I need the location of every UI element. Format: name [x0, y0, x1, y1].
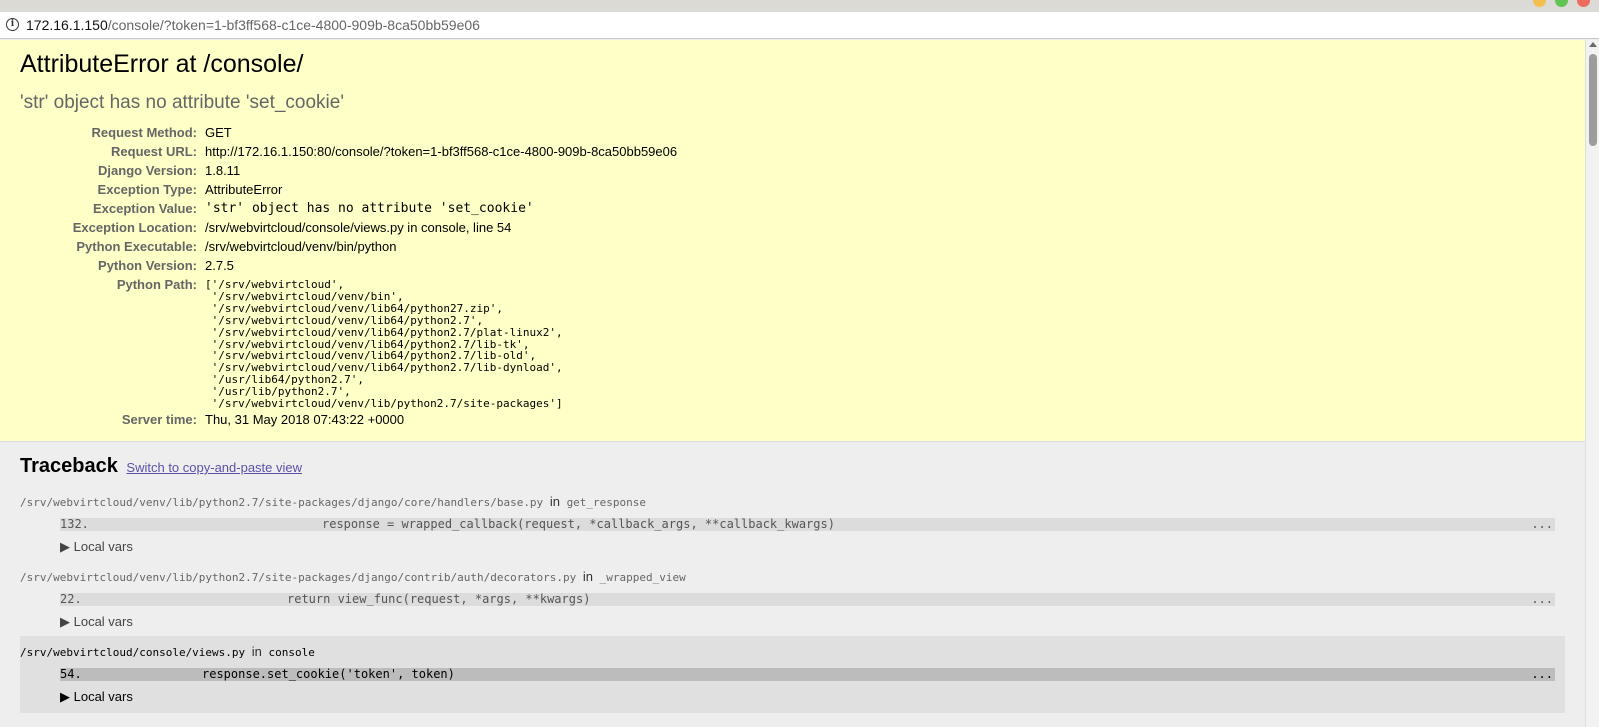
meta-value-cell: ['/srv/webvirtcloud', '/srv/webvirtcloud…: [205, 275, 677, 410]
frame-line-number: 54.: [60, 666, 82, 681]
meta-row-request-method: Request Method: GET: [20, 123, 677, 142]
meta-value: AttributeError: [205, 182, 283, 197]
meta-row-request-url: Request URL: http://172.16.1.150:80/conso…: [20, 142, 677, 161]
url-text[interactable]: 172.16.1.150/console/?token=1-bf3ff568-c…: [26, 17, 480, 33]
error-message: 'str' object has no attribute 'set_cooki…: [20, 92, 344, 113]
meta-row-python-path: Python Path: ['/srv/webvirtcloud', '/srv/…: [20, 275, 677, 410]
frame-location: /srv/webvirtcloud/venv/lib/python2.7/sit…: [20, 486, 1565, 511]
window-titlebar: [0, 0, 1599, 12]
meta-value: /srv/webvirtcloud/venv/bin/python: [205, 239, 397, 254]
address-bar[interactable]: i 172.16.1.150/console/?token=1-bf3ff568…: [0, 12, 1599, 39]
meta-label: Request Method:: [91, 125, 197, 140]
expand-context-ellipsis[interactable]: ...: [1531, 667, 1553, 681]
meta-row-exception-value: Exception Value: 'str' object has no attr…: [20, 199, 677, 218]
meta-label: Exception Type:: [97, 182, 197, 197]
frame-function: get_response: [566, 495, 647, 509]
frame-in-word: in: [549, 493, 560, 509]
python-path-list: ['/srv/webvirtcloud', '/srv/webvirtcloud…: [205, 278, 563, 411]
traceback-frame: /srv/webvirtcloud/venv/lib/python2.7/sit…: [20, 561, 1565, 630]
frame-location: /srv/webvirtcloud/venv/lib/python2.7/sit…: [20, 561, 1565, 586]
meta-row-python-version: Python Version: 2.7.5: [20, 256, 677, 275]
error-title: AttributeError at /console/: [20, 50, 304, 78]
meta-label: Python Version:: [98, 258, 197, 273]
frame-function: _wrapped_view: [599, 570, 686, 584]
meta-value: GET: [205, 125, 232, 140]
frame-line-number: 132.: [60, 516, 89, 531]
meta-label: Exception Value:: [92, 201, 197, 216]
meta-row-python-executable: Python Executable: /srv/webvirtcloud/venv…: [20, 237, 677, 256]
local-vars-toggle[interactable]: ▶ Local vars: [60, 539, 1565, 555]
meta-value: /srv/webvirtcloud/console/views.py in co…: [205, 220, 512, 235]
traceback-title: Traceback: [20, 454, 118, 477]
close-window-icon[interactable]: [1577, 0, 1590, 7]
frame-line-number: 22.: [60, 591, 82, 606]
meta-row-server-time: Server time: Thu, 31 May 2018 07:43:22 +0…: [20, 410, 677, 429]
frame-file: /srv/webvirtcloud/venv/lib/python2.7/sit…: [20, 570, 577, 584]
maximize-window-icon[interactable]: [1555, 0, 1568, 7]
scrollbar-thumb[interactable]: [1589, 54, 1597, 146]
site-info-icon[interactable]: i: [6, 18, 19, 31]
request-meta-table: Request Method: GET Request URL: http://17…: [20, 123, 677, 429]
meta-value: 2.7.5: [205, 258, 234, 273]
expand-context-ellipsis[interactable]: ...: [1531, 517, 1553, 531]
meta-row-exception-location: Exception Location: /srv/webvirtcloud/con…: [20, 218, 677, 237]
meta-label: Server time:: [121, 411, 197, 427]
frame-in-word: in: [582, 568, 594, 584]
meta-row-django-version: Django Version: 1.8.11: [20, 161, 677, 180]
frame-file: /srv/webvirtcloud/console/views.py: [20, 645, 246, 659]
url-path: /console/?token=1-bf3ff568-c1ce-4800-909…: [107, 17, 480, 33]
meta-value: 'str' object has no attribute 'set_cooki…: [205, 201, 534, 216]
frame-context-line[interactable]: 22. return view_func(request, *args, **k…: [60, 591, 1555, 606]
frame-function: console: [268, 645, 315, 659]
meta-label: Python Path:: [116, 277, 197, 292]
meta-row-exception-type: Exception Type: AttributeError: [20, 180, 677, 199]
meta-label: Django Version:: [98, 163, 197, 178]
frame-context-line[interactable]: 54. response.set_cookie('token', token) …: [60, 666, 1555, 681]
frame-code: response = wrapped_callback(request, *ca…: [322, 516, 835, 531]
local-vars-toggle[interactable]: ▶ Local vars: [60, 689, 1565, 705]
meta-label: Exception Location:: [72, 220, 197, 235]
expand-context-ellipsis[interactable]: ...: [1531, 592, 1553, 606]
frame-location: /srv/webvirtcloud/console/views.py in co…: [20, 636, 1565, 661]
local-vars-toggle[interactable]: ▶ Local vars: [60, 614, 1565, 630]
meta-value: 1.8.11: [205, 163, 241, 178]
url-host: 172.16.1.150: [26, 17, 108, 33]
frame-code: return view_func(request, *args, **kwarg…: [287, 591, 591, 606]
minimize-window-icon[interactable]: [1533, 0, 1546, 7]
meta-label: Python Executable:: [76, 239, 197, 254]
meta-value: Thu, 31 May 2018 07:43:22 +0000: [205, 411, 405, 427]
frame-code: response.set_cookie('token', token): [202, 666, 455, 681]
meta-value: http://172.16.1.150:80/console/?token=1-…: [205, 144, 678, 159]
switch-to-copy-paste-link[interactable]: Switch to copy-and-paste view: [126, 460, 302, 475]
vertical-scrollbar[interactable]: [1585, 40, 1599, 727]
page-content: AttributeError at /console/ 'str' object…: [0, 40, 1585, 727]
traceback-section: Traceback Switch to copy-and-paste view …: [0, 442, 1585, 713]
error-summary: AttributeError at /console/ 'str' object…: [0, 40, 1585, 442]
scroll-up-arrow-icon[interactable]: [1589, 42, 1597, 47]
traceback-frame: /srv/webvirtcloud/venv/lib/python2.7/sit…: [20, 486, 1565, 555]
frame-context-line[interactable]: 132. response = wrapped_callback(request…: [60, 516, 1555, 531]
traceback-heading: Traceback Switch to copy-and-paste view: [20, 454, 1565, 480]
frame-in-word: in: [251, 643, 262, 659]
meta-label: Request URL:: [111, 144, 197, 159]
traceback-frame-user-code: /srv/webvirtcloud/console/views.py in co…: [20, 635, 1565, 713]
frame-file: /srv/webvirtcloud/venv/lib/python2.7/sit…: [20, 495, 544, 509]
